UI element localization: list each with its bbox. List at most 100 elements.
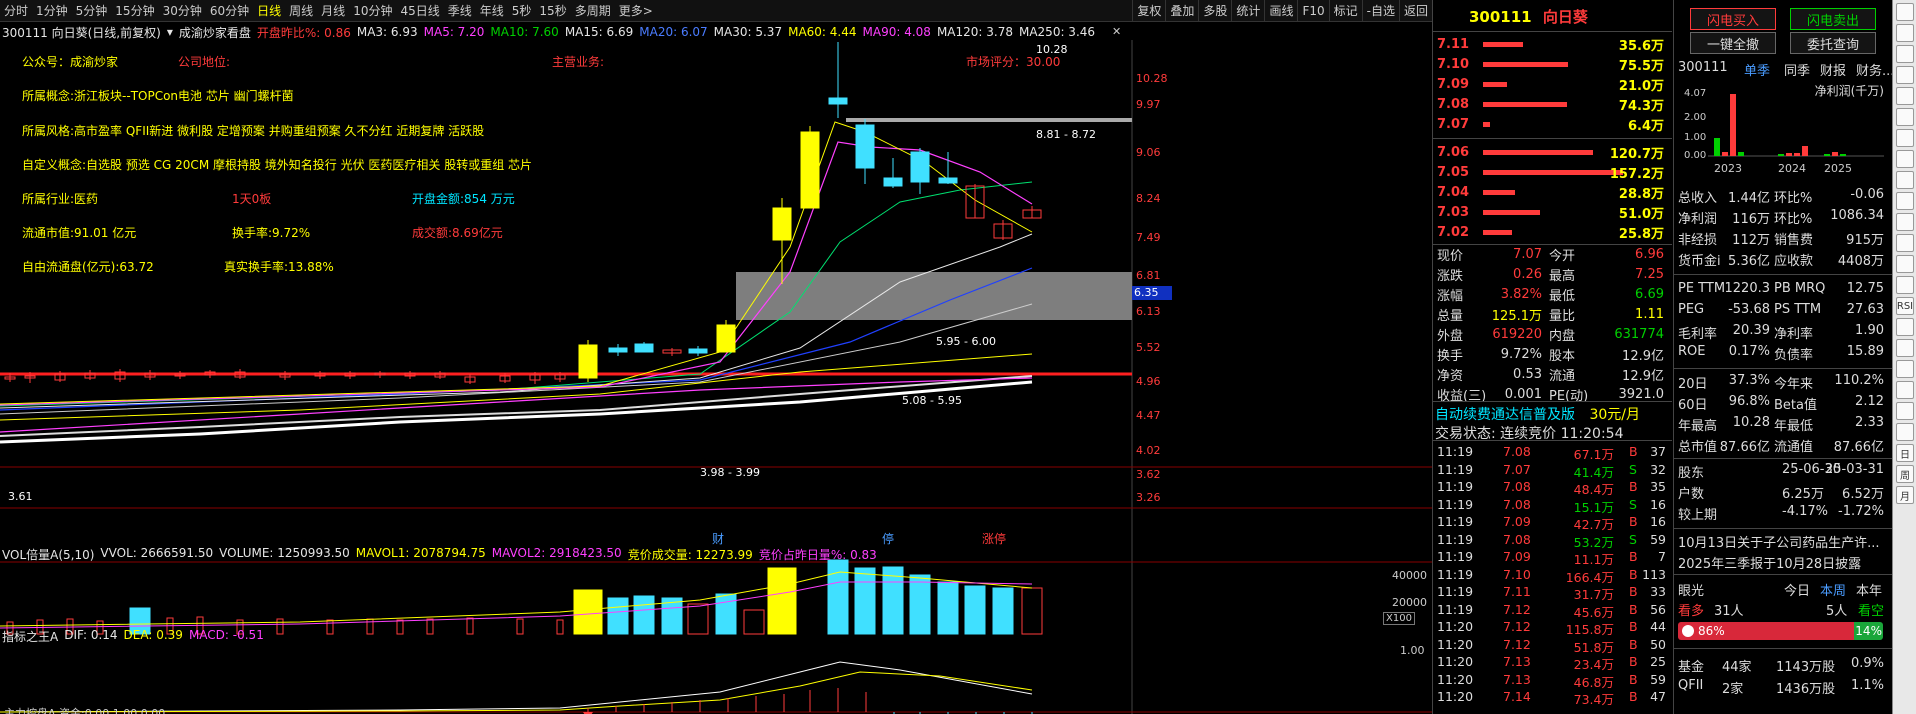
side-tool-22[interactable]: 周 (1896, 465, 1914, 483)
vol-title[interactable]: VOL倍量A(5,10) (2, 546, 94, 563)
indicator-name[interactable]: 成渝炒家看盘 (179, 24, 251, 41)
indicator-dropdown[interactable]: ▾ (167, 25, 173, 39)
qfii-label: QFII (1678, 678, 1704, 693)
side-tool-10[interactable] (1896, 213, 1914, 231)
period-tab-8[interactable]: 月线 (317, 0, 349, 21)
fund-label: 基金 (1678, 660, 1705, 675)
side-tool-20[interactable] (1896, 423, 1914, 441)
news-item-1[interactable]: 10月13日关于子公司药品生产许... (1678, 532, 1879, 551)
side-tool-6[interactable] (1896, 129, 1914, 147)
toolbar-btn-5[interactable]: F10 (1297, 0, 1328, 21)
period-tab-13[interactable]: 5秒 (508, 0, 536, 21)
side-tool-15[interactable] (1896, 318, 1914, 336)
stat-value-a-1: 0.26 (1513, 266, 1542, 282)
candle-33[interactable] (993, 220, 1013, 240)
tick-row-12: 11:20 7.13 23.4万 B 25 (1433, 654, 1672, 672)
candle-28[interactable] (855, 119, 875, 184)
period-tab-5[interactable]: 60分钟 (206, 0, 253, 21)
perf-value-a-1: 96.8% (1728, 394, 1770, 409)
bull-label: 看多 (1678, 604, 1705, 619)
tick-price-10: 7.12 (1503, 619, 1531, 634)
side-tool-17[interactable] (1896, 360, 1914, 378)
period-tab-4[interactable]: 30分钟 (159, 0, 206, 21)
toolbar-btn-8[interactable]: 返回 (1398, 0, 1432, 21)
stat-label-b-4: 内盘 (1549, 328, 1576, 344)
toolbar-btn-6[interactable]: 标记 (1328, 0, 1362, 21)
candle-26[interactable] (800, 126, 820, 209)
side-tool-3[interactable] (1896, 66, 1914, 84)
side-tool-18[interactable] (1896, 381, 1914, 399)
period-tab-3[interactable]: 15分钟 (111, 0, 158, 21)
event-limit-up[interactable]: 涨停 (982, 530, 1006, 547)
period-tab-6[interactable]: 日线 (253, 0, 285, 21)
candle-20[interactable] (608, 344, 628, 356)
candle-12[interactable] (374, 371, 386, 378)
flash-sell-button[interactable]: 闪电卖出 (1790, 8, 1876, 30)
candle-25[interactable] (772, 198, 792, 284)
news-item-2[interactable]: 2025年三季报于10月28日披露 (1678, 553, 1861, 572)
event-earnings[interactable]: 财 (712, 530, 724, 547)
tab-yoy[interactable]: 同季 (1784, 60, 1810, 79)
tab-quarter[interactable]: 单季 (1744, 60, 1770, 79)
period-tab-0[interactable]: 分时 (0, 0, 32, 21)
candle-22[interactable] (662, 348, 682, 356)
period-tab-10[interactable]: 45日线 (396, 0, 443, 21)
ask-volume-3: 74.3万 (1618, 98, 1664, 114)
candle-27[interactable] (828, 42, 848, 118)
candle-31[interactable] (938, 152, 958, 184)
toolbar-btn-3[interactable]: 统计 (1231, 0, 1264, 21)
candle-23[interactable] (688, 346, 708, 356)
side-tool-12[interactable] (1896, 255, 1914, 273)
period-tab-1[interactable]: 1分钟 (32, 0, 72, 21)
side-tool-1[interactable] (1896, 24, 1914, 42)
period-tab-11[interactable]: 季线 (444, 0, 476, 21)
toolbar-btn-1[interactable]: 叠加 (1165, 0, 1198, 21)
view-tab-year[interactable]: 本年 (1856, 580, 1882, 599)
side-tool-0[interactable] (1896, 3, 1914, 21)
candle-19[interactable] (578, 340, 598, 382)
cancel-all-button[interactable]: 一键全撤 (1690, 32, 1776, 54)
period-tab-16[interactable]: 更多> (615, 0, 657, 21)
side-tool-2[interactable] (1896, 45, 1914, 63)
view-tab-week[interactable]: 本周 (1820, 580, 1846, 599)
toolbar-btn-4[interactable]: 画线 (1264, 0, 1297, 21)
candle-21[interactable] (634, 342, 654, 353)
toolbar-btn-7[interactable]: -自选 (1361, 0, 1399, 21)
macd-title[interactable]: 指标之王A (2, 628, 58, 645)
side-tool-8[interactable] (1896, 171, 1914, 189)
tick-list[interactable]: 11:19 7.08 67.1万 B 37 11:19 7.07 41.4万 S 32 11:19 7… (1433, 444, 1672, 714)
tab-finance[interactable]: 财务... (1856, 60, 1894, 79)
side-tool-7[interactable] (1896, 150, 1914, 168)
side-tool-4[interactable] (1896, 87, 1914, 105)
side-tool-13[interactable] (1896, 276, 1914, 294)
period-tab-9[interactable]: 10分钟 (349, 0, 396, 21)
panel-close-icon[interactable]: ✕ (1112, 25, 1121, 38)
candle-34[interactable] (1022, 206, 1042, 219)
period-tab-12[interactable]: 年线 (476, 0, 508, 21)
toolbar-btn-0[interactable]: 复权 (1132, 0, 1165, 21)
side-tool-11[interactable] (1896, 234, 1914, 252)
side-tool-16[interactable] (1896, 339, 1914, 357)
view-tab-today[interactable]: 今日 (1784, 580, 1810, 599)
side-tool-21[interactable]: 日 (1896, 444, 1914, 462)
period-tab-2[interactable]: 5分钟 (72, 0, 112, 21)
side-tool-19[interactable] (1896, 402, 1914, 420)
bid-volume-0: 120.7万 (1609, 146, 1664, 162)
period-tab-7[interactable]: 周线 (285, 0, 317, 21)
subscription-ad[interactable]: 自动续费通达信普及版 30元/月 (1433, 401, 1672, 423)
period-tab-15[interactable]: 多周期 (571, 0, 615, 21)
order-query-button[interactable]: 委托查询 (1790, 32, 1876, 54)
event-halt[interactable]: 停 (882, 530, 894, 547)
side-tool-9[interactable] (1896, 192, 1914, 210)
candle-30[interactable] (910, 148, 930, 194)
side-tool-5[interactable] (1896, 108, 1914, 126)
toolbar-btn-2[interactable]: 多股 (1198, 0, 1231, 21)
stat-label-b-3: 量比 (1549, 308, 1576, 324)
candle-29[interactable] (883, 158, 903, 188)
side-tool-14[interactable]: RSI (1896, 297, 1914, 315)
candle-24[interactable] (716, 320, 736, 353)
side-tool-23[interactable]: 月 (1896, 486, 1914, 504)
period-tab-14[interactable]: 15秒 (535, 0, 570, 21)
tab-report[interactable]: 财报 (1820, 60, 1846, 79)
flash-buy-button[interactable]: 闪电买入 (1690, 8, 1776, 30)
